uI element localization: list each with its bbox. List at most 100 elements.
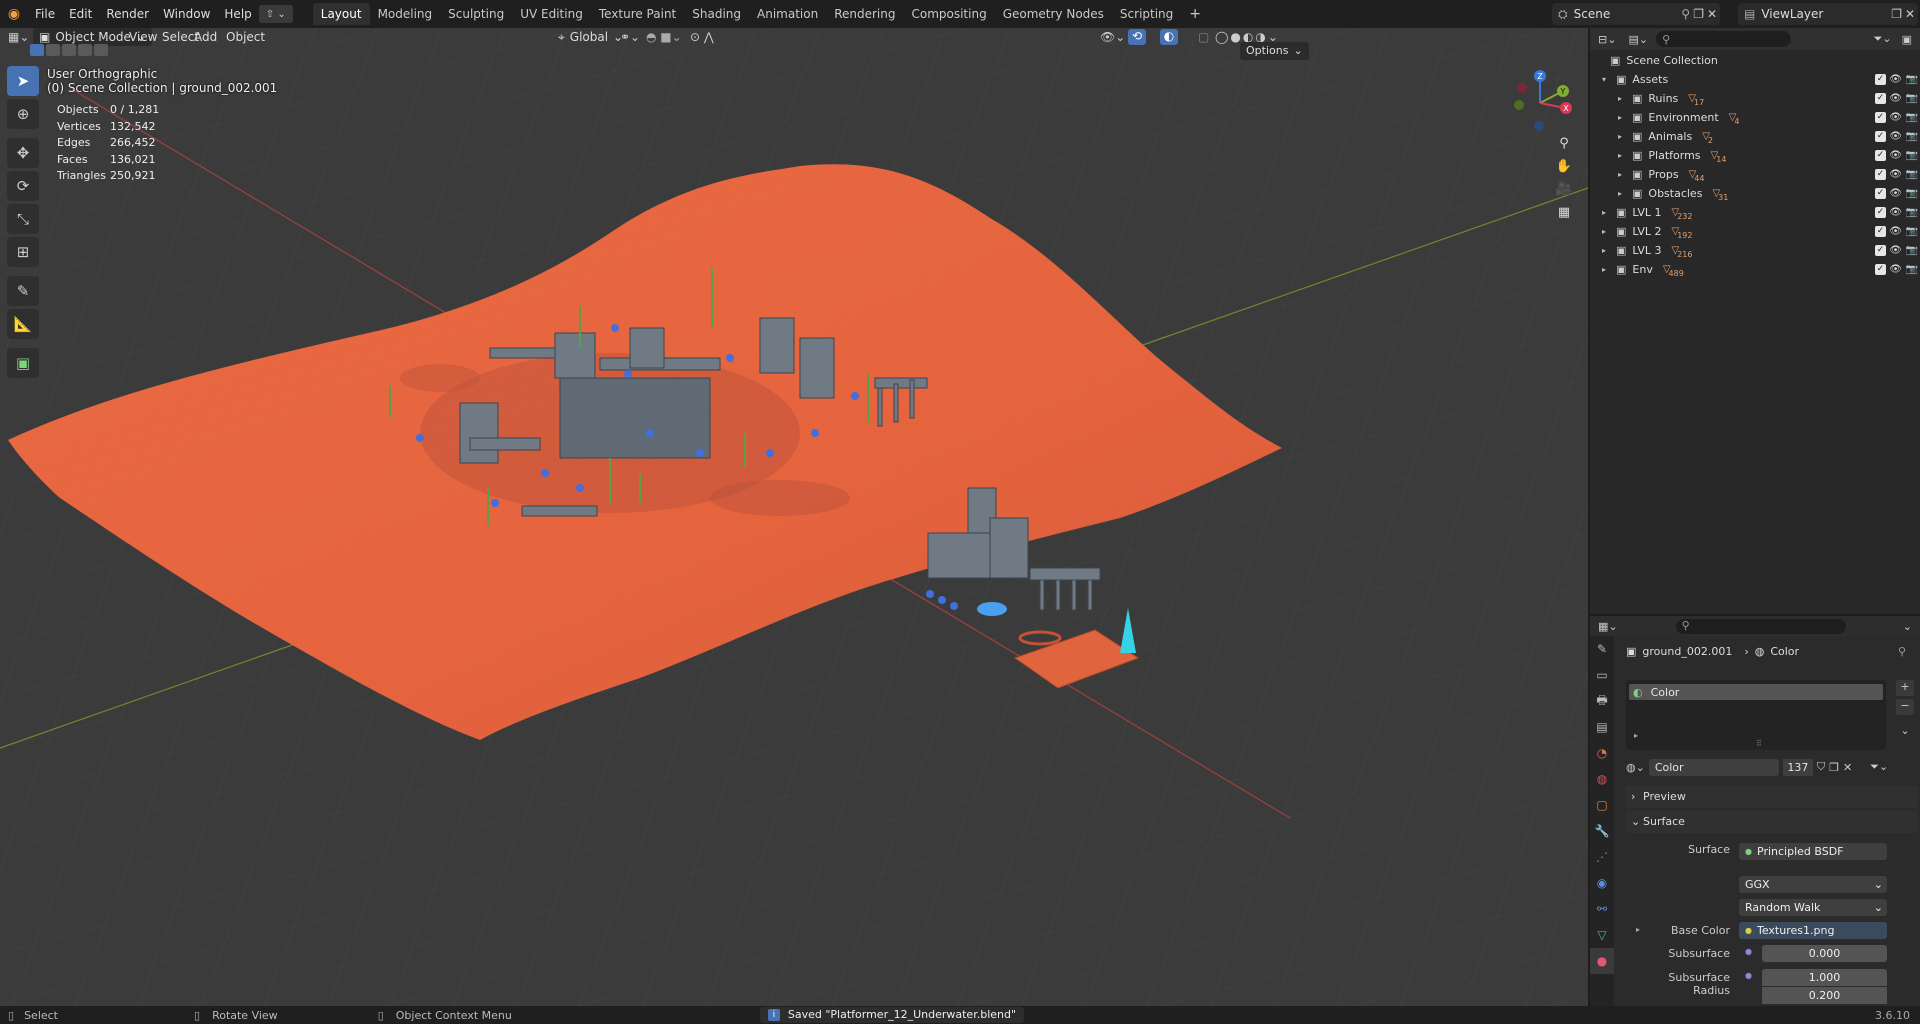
exclude-checkbox[interactable]: ✓	[1875, 112, 1886, 123]
eye-icon[interactable]: 👁	[1889, 245, 1902, 256]
subsurface-radius-y-field[interactable]: 0.200	[1762, 987, 1887, 1004]
tab-texture-paint[interactable]: Texture Paint	[591, 3, 684, 25]
duplicate-material-icon[interactable]: ❐	[1829, 761, 1839, 774]
properties-search[interactable]: ⚲	[1675, 618, 1846, 634]
eye-icon[interactable]: 👁	[1889, 131, 1902, 142]
proportional-edit-icon[interactable]: ⊙ ⋀	[690, 30, 714, 44]
select-invert-icon[interactable]	[78, 44, 92, 56]
display-mode-icon[interactable]: ▤⌄	[1628, 33, 1648, 46]
camera-icon[interactable]: 📷	[1906, 188, 1918, 199]
new-collection-icon[interactable]: ▣	[1902, 33, 1912, 46]
material-slot-list[interactable]: ◐ Color ▸ ⠿	[1626, 680, 1886, 750]
move-tool[interactable]: ✥	[7, 138, 39, 168]
tab-modeling[interactable]: Modeling	[370, 3, 441, 25]
tab-data-icon[interactable]: ▽	[1590, 922, 1614, 948]
tab-object-icon[interactable]: ▢	[1590, 792, 1614, 818]
camera-icon[interactable]: 📷	[1906, 226, 1918, 237]
eye-icon[interactable]: 👁	[1889, 264, 1902, 275]
disclosure-triangle-icon[interactable]: ▸	[1618, 170, 1630, 179]
material-filter-icon[interactable]: ⏷⌄	[1870, 760, 1888, 774]
scale-tool[interactable]: ⤡	[7, 204, 39, 234]
resize-handle-icon[interactable]: ⠿	[1756, 739, 1762, 748]
camera-view-button[interactable]: 🎥	[1552, 177, 1576, 201]
viewport-menu-object[interactable]: Object	[219, 28, 272, 46]
tab-physics-icon[interactable]: ◉	[1590, 870, 1614, 896]
disclosure-triangle-icon[interactable]: ▸	[1618, 113, 1630, 122]
scene-selector[interactable]: ⛭ Scene ⚲ ❐ ✕	[1552, 3, 1720, 25]
exclude-checkbox[interactable]: ✓	[1875, 131, 1886, 142]
pivot-icon[interactable]: ⚭⌄	[620, 30, 640, 44]
outliner-item[interactable]: ▸ ▣ Props ▽ 44 ✓ 👁 📷	[1590, 165, 1920, 184]
select-box-tool[interactable]: ➤	[7, 66, 39, 96]
camera-icon[interactable]: 📷	[1906, 207, 1918, 218]
eye-icon[interactable]: 👁	[1889, 169, 1902, 180]
tab-scene-icon[interactable]: ◔	[1590, 740, 1614, 766]
new-viewlayer-icon[interactable]: ❐	[1891, 7, 1902, 21]
undo-history-dropdown[interactable]: ⇧ ⌄	[258, 5, 293, 23]
camera-icon[interactable]: 📷	[1906, 245, 1918, 256]
exclude-checkbox[interactable]: ✓	[1875, 264, 1886, 275]
subsurface-value-field[interactable]: 0.000	[1762, 945, 1887, 962]
unlink-material-icon[interactable]: ✕	[1843, 761, 1852, 774]
tab-shading[interactable]: Shading	[684, 3, 749, 25]
tab-layout[interactable]: Layout	[312, 3, 370, 25]
properties-options-icon[interactable]: ⌄	[1903, 620, 1912, 633]
exclude-checkbox[interactable]: ✓	[1875, 169, 1886, 180]
exclude-checkbox[interactable]: ✓	[1875, 150, 1886, 161]
exclude-checkbox[interactable]: ✓	[1875, 74, 1886, 85]
camera-icon[interactable]: 📷	[1906, 169, 1918, 180]
distribution-dropdown[interactable]: GGX ⌄	[1739, 876, 1887, 893]
tab-sculpting[interactable]: Sculpting	[440, 3, 512, 25]
camera-icon[interactable]: 📷	[1906, 150, 1918, 161]
3d-viewport[interactable]: ▦⌄ ▣ Object Mode ⌄ View Select Add Objec…	[0, 28, 1588, 1006]
outliner-scene-collection[interactable]: ▣ Scene Collection	[1590, 51, 1920, 70]
cursor-tool[interactable]: ⊕	[7, 99, 39, 129]
pin-icon[interactable]: ⚲	[1681, 7, 1690, 21]
outliner-item[interactable]: ▾ ▣ Assets ✓ 👁 📷	[1590, 70, 1920, 89]
outliner-item[interactable]: ▸ ▣ LVL 3 ▽ 216 ✓ 👁 📷	[1590, 241, 1920, 260]
viewlayer-selector[interactable]: ▤ ViewLayer ❐ ✕	[1738, 3, 1918, 25]
tab-animation[interactable]: Animation	[749, 3, 826, 25]
overlay-toggle-icon[interactable]: ◐	[1160, 29, 1178, 45]
browse-material-icon[interactable]: ◍⌄	[1626, 761, 1645, 774]
eye-icon[interactable]: 👁	[1889, 188, 1902, 199]
tab-viewlayer-icon[interactable]: ▤	[1590, 714, 1614, 740]
tab-world-icon[interactable]: ◍	[1590, 766, 1614, 792]
gizmo-toggle-icon[interactable]: ⟲	[1128, 29, 1146, 45]
editor-type-icon[interactable]: ▦⌄	[8, 30, 29, 44]
ortho-toggle-button[interactable]: ▦	[1552, 200, 1576, 224]
exclude-checkbox[interactable]: ✓	[1875, 188, 1886, 199]
add-slot-icon[interactable]: +	[1896, 680, 1914, 696]
preview-panel-header[interactable]: › Preview	[1625, 786, 1918, 808]
snap-icon[interactable]: ◓ ■⌄	[646, 30, 682, 44]
camera-icon[interactable]: 📷	[1906, 131, 1918, 142]
annotate-tool[interactable]: ✎	[7, 276, 39, 306]
menu-window[interactable]: Window	[156, 0, 217, 28]
eye-icon[interactable]: 👁	[1889, 93, 1902, 104]
tab-modifier-icon[interactable]: 🔧	[1590, 818, 1614, 844]
surface-panel-header[interactable]: ⌄ Surface	[1625, 811, 1918, 833]
blender-logo-icon[interactable]: ◉	[0, 0, 28, 28]
tab-particles-icon[interactable]: ⋰	[1590, 844, 1614, 870]
filter-icon[interactable]: ⏷⌄	[1874, 32, 1892, 46]
tab-compositing[interactable]: Compositing	[903, 3, 994, 25]
disclosure-triangle-icon[interactable]: ▸	[1602, 265, 1614, 274]
material-slot-item[interactable]: ◐ Color	[1629, 684, 1883, 700]
options-dropdown[interactable]: Options ⌄	[1240, 42, 1309, 60]
subsurface-radius-x-field[interactable]: 1.000	[1762, 969, 1887, 986]
disclosure-triangle-icon[interactable]: ▸	[1618, 189, 1630, 198]
add-workspace-icon[interactable]: +	[1181, 3, 1209, 25]
properties-editor-icon[interactable]: ▦⌄	[1598, 620, 1618, 633]
pan-view-button[interactable]: ✋	[1552, 154, 1576, 178]
eye-icon[interactable]: 👁	[1889, 207, 1902, 218]
select-new-icon[interactable]	[30, 44, 44, 56]
delete-viewlayer-icon[interactable]: ✕	[1905, 7, 1915, 21]
delete-scene-icon[interactable]: ✕	[1707, 7, 1717, 21]
select-subtract-icon[interactable]	[62, 44, 76, 56]
transform-tool[interactable]: ⊞	[7, 237, 39, 267]
add-cube-tool[interactable]: ▣	[7, 348, 39, 378]
material-users-count[interactable]: 137	[1782, 758, 1813, 776]
disclosure-triangle-icon[interactable]: ▸	[1602, 246, 1614, 255]
exclude-checkbox[interactable]: ✓	[1875, 226, 1886, 237]
disclosure-triangle-icon[interactable]: ▸	[1602, 227, 1614, 236]
